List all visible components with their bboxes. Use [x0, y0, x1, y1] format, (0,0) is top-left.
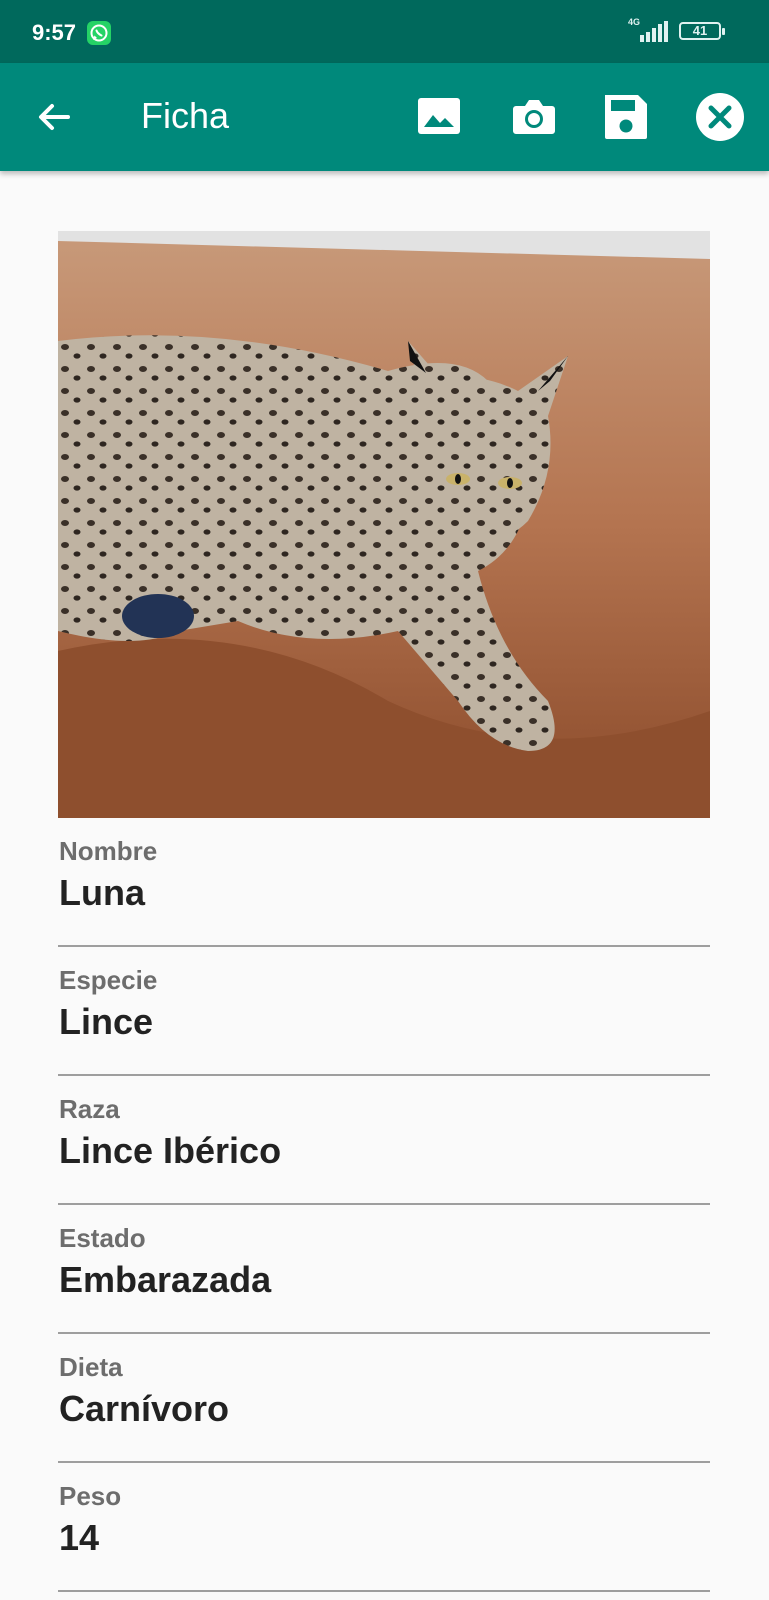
field-raza[interactable]: Raza Lince Ibérico [58, 1076, 710, 1205]
field-dieta[interactable]: Dieta Carnívoro [58, 1334, 710, 1463]
whatsapp-icon [87, 21, 111, 45]
field-value[interactable]: 14 [59, 1517, 99, 1559]
field-value[interactable]: Embarazada [59, 1259, 271, 1301]
field-value[interactable]: Luna [59, 872, 145, 914]
field-estado[interactable]: Estado Embarazada [58, 1205, 710, 1334]
field-label: Estado [59, 1223, 146, 1253]
app-bar: Ficha [0, 63, 769, 171]
field-value[interactable]: Lince Ibérico [59, 1130, 281, 1172]
animal-photo [58, 231, 710, 818]
camera-icon [513, 100, 555, 134]
battery-icon: 41 [679, 22, 725, 40]
signal-icon [640, 21, 670, 48]
close-button[interactable] [694, 91, 746, 143]
page-title: Ficha [141, 95, 230, 136]
close-circle-icon [696, 93, 744, 141]
status-bar: 9:57 4G 41 [0, 0, 769, 63]
field-especie[interactable]: Especie Lince [58, 947, 710, 1076]
field-value[interactable]: Lince [59, 1001, 153, 1043]
field-label: Dieta [59, 1352, 123, 1382]
status-time: 9:57 [32, 20, 77, 45]
field-value[interactable]: Carnívoro [59, 1388, 229, 1430]
back-button[interactable] [36, 99, 72, 135]
field-nombre[interactable]: Nombre Luna [58, 818, 710, 947]
field-label: Especie [59, 965, 158, 995]
field-label: Raza [59, 1094, 120, 1124]
network-label: 4G [628, 17, 641, 27]
save-icon [605, 95, 647, 139]
gallery-button[interactable] [413, 91, 465, 143]
field-label: Nombre [59, 836, 158, 866]
battery-level: 41 [692, 23, 708, 38]
camera-button[interactable] [508, 91, 560, 143]
image-icon [418, 98, 460, 134]
arrow-back-icon [39, 104, 70, 130]
field-peso[interactable]: Peso 14 [58, 1463, 710, 1592]
field-label: Peso [59, 1481, 122, 1511]
save-button[interactable] [600, 91, 652, 143]
